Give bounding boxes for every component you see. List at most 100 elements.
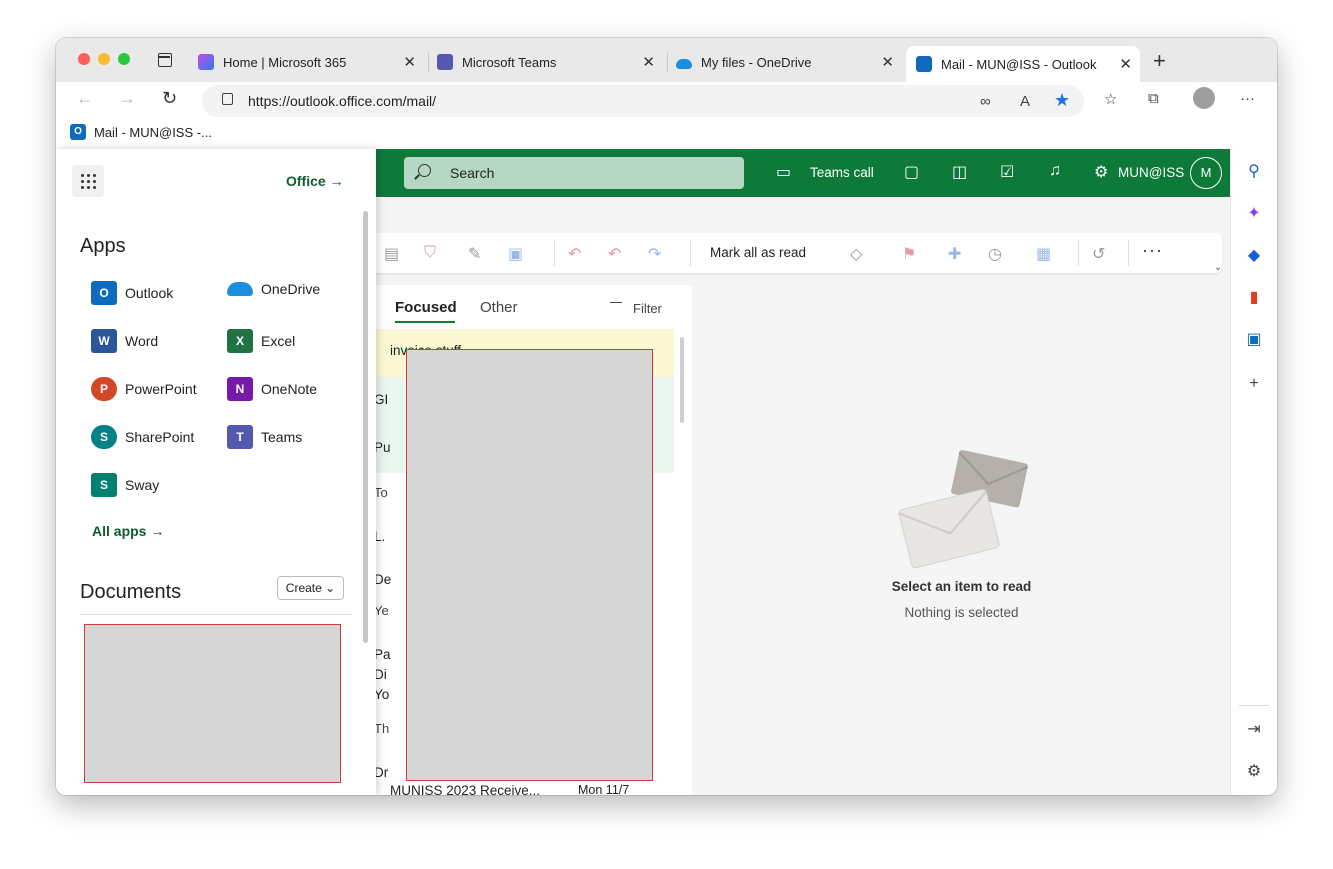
sway-icon: S [91, 473, 117, 497]
sharepoint-icon: S [91, 425, 117, 449]
minimize-window-button[interactable] [98, 53, 110, 65]
chat-icon[interactable]: ▢ [904, 162, 919, 182]
app-sharepoint[interactable]: S SharePoint [91, 425, 194, 449]
more-menu-icon[interactable]: ··· [1240, 90, 1255, 107]
redacted-region [84, 624, 341, 783]
app-label: PowerPoint [125, 381, 197, 397]
envelopes-illustration [898, 449, 1029, 569]
address-bar[interactable]: https://outlook.office.com/mail/ ∞ A ★ [202, 85, 1084, 117]
gear-icon[interactable]: ⚙ [1094, 162, 1108, 182]
pin-icon[interactable]: ✚ [948, 244, 961, 264]
close-tab-icon[interactable]: ✕ [1119, 55, 1132, 73]
favorites-icon[interactable]: ☆ [1104, 90, 1117, 108]
tab-other[interactable]: Other [480, 299, 518, 316]
message-sender: Pu [374, 440, 391, 455]
archive-icon[interactable]: ▤ [384, 244, 399, 264]
app-powerpoint[interactable]: P PowerPoint [91, 377, 197, 401]
message-list-scrollbar[interactable] [680, 337, 684, 423]
gear-icon[interactable]: ⚙ [1245, 763, 1263, 781]
forward-arrow-icon[interactable]: → [118, 88, 136, 109]
tag-icon[interactable]: ◇ [850, 244, 862, 264]
address-toolbar: ← → ↻ https://outlook.office.com/mail/ ∞… [56, 82, 1277, 120]
read-aloud-icon[interactable]: A [1020, 93, 1030, 110]
add-icon[interactable]: + [1245, 375, 1263, 393]
mark-all-read-button[interactable]: Mark all as read [710, 245, 806, 260]
word-icon: W [91, 329, 117, 353]
snooze-clock-icon[interactable]: ◷ [988, 244, 1002, 264]
tab-microsoft-365[interactable]: Home | Microsoft 365 ✕ [198, 46, 424, 78]
app-label: Teams [261, 429, 303, 445]
app-launcher-icon[interactable] [72, 165, 104, 197]
profile-avatar[interactable] [1193, 87, 1215, 109]
close-tab-icon[interactable]: ✕ [642, 53, 655, 71]
tab-outlook-mail[interactable]: Mail - MUN@ISS - Outlook ✕ [906, 46, 1140, 82]
rules-icon[interactable]: ▦ [1036, 244, 1051, 264]
create-button[interactable]: Create ⌄ [277, 576, 344, 600]
office-icon[interactable]: ▮ [1245, 289, 1263, 307]
filter-icon[interactable] [610, 302, 622, 312]
filter-button[interactable]: Filter [633, 301, 662, 316]
group-header: Th [374, 721, 390, 736]
ribbon-expand-chevron-icon[interactable]: ⌄ [1214, 262, 1222, 273]
tab-actions-icon[interactable] [158, 53, 172, 67]
reply-all-icon[interactable]: ↶ [608, 244, 621, 264]
favorite-star-icon[interactable]: ★ [1054, 90, 1070, 111]
outlook-icon[interactable]: ▣ [1245, 331, 1263, 349]
ribbon-separator [554, 240, 555, 266]
office-link[interactable]: Office → [286, 173, 344, 189]
message-sender: GI [374, 392, 389, 407]
teams-call-button[interactable]: Teams call [810, 165, 874, 180]
shopping-tag-icon[interactable]: ◆ [1245, 247, 1263, 265]
more-options-button[interactable]: ··· [1142, 240, 1163, 261]
zoom-window-button[interactable] [118, 53, 130, 65]
app-label: OneNote [261, 381, 318, 397]
app-sway[interactable]: S Sway [91, 473, 159, 497]
app-excel[interactable]: X Excel [227, 329, 295, 353]
reading-pane-subtitle: Nothing is selected [904, 605, 1019, 620]
tasks-icon[interactable]: ☑ [1000, 162, 1014, 182]
app-onedrive[interactable]: OneDrive [227, 281, 320, 297]
collections-icon[interactable]: ⧉ [1148, 90, 1159, 107]
search-icon[interactable]: ⚲ [1245, 163, 1263, 181]
message-subject: MUNISS 2023 Receive... [390, 783, 541, 795]
search-placeholder: Search [450, 165, 495, 181]
avatar[interactable]: M [1190, 157, 1222, 189]
back-arrow-icon[interactable]: ← [76, 88, 94, 109]
copilot-icon[interactable]: ✦ [1245, 205, 1263, 223]
bell-icon[interactable]: ♫ [1049, 162, 1061, 180]
all-apps-link[interactable]: All apps → [92, 523, 164, 539]
close-tab-icon[interactable]: ✕ [881, 53, 894, 71]
search-input[interactable]: Search [404, 157, 744, 189]
sweep-icon[interactable]: ✎ [468, 244, 481, 264]
sidebar-toggle-icon[interactable]: ⇥ [1245, 721, 1263, 739]
app-onenote[interactable]: N OneNote [227, 377, 317, 401]
app-label: Excel [261, 333, 296, 349]
tab-onedrive[interactable]: My files - OneDrive ✕ [676, 46, 902, 78]
office-icon[interactable]: ◫ [952, 162, 967, 182]
tab-microsoft-teams[interactable]: Microsoft Teams ✕ [437, 46, 663, 78]
teams-icon: T [227, 425, 253, 449]
app-word[interactable]: W Word [91, 329, 158, 353]
app-outlook[interactable]: O Outlook [91, 281, 173, 305]
move-to-icon[interactable]: ▣ [508, 244, 523, 264]
url-text: https://outlook.office.com/mail/ [248, 93, 437, 109]
tab-focused[interactable]: Focused [395, 299, 457, 316]
flag-icon[interactable]: ⚑ [902, 244, 916, 264]
close-window-button[interactable] [78, 53, 90, 65]
reload-icon[interactable]: ↻ [162, 88, 177, 109]
reading-mode-icon[interactable]: ∞ [980, 93, 991, 110]
bookmark-outlook[interactable]: O Mail - MUN@ISS -... [70, 124, 212, 140]
forward-icon[interactable]: ↷ [648, 244, 661, 264]
launcher-scrollbar[interactable] [363, 211, 368, 643]
reading-pane: Select an item to read Nothing is select… [693, 285, 1230, 795]
report-icon[interactable]: ⛉ [424, 244, 436, 262]
app-teams[interactable]: T Teams [227, 425, 302, 449]
account-label[interactable]: MUN@ISS [1118, 165, 1184, 180]
video-camera-icon[interactable]: ▭ [776, 162, 791, 182]
reply-icon[interactable]: ↶ [568, 244, 581, 264]
undo-icon[interactable]: ↺ [1092, 244, 1105, 264]
group-header: Ye [374, 603, 389, 618]
new-tab-button[interactable]: + [1153, 48, 1166, 74]
close-tab-icon[interactable]: ✕ [403, 53, 416, 71]
sidebar-divider [1239, 705, 1269, 706]
